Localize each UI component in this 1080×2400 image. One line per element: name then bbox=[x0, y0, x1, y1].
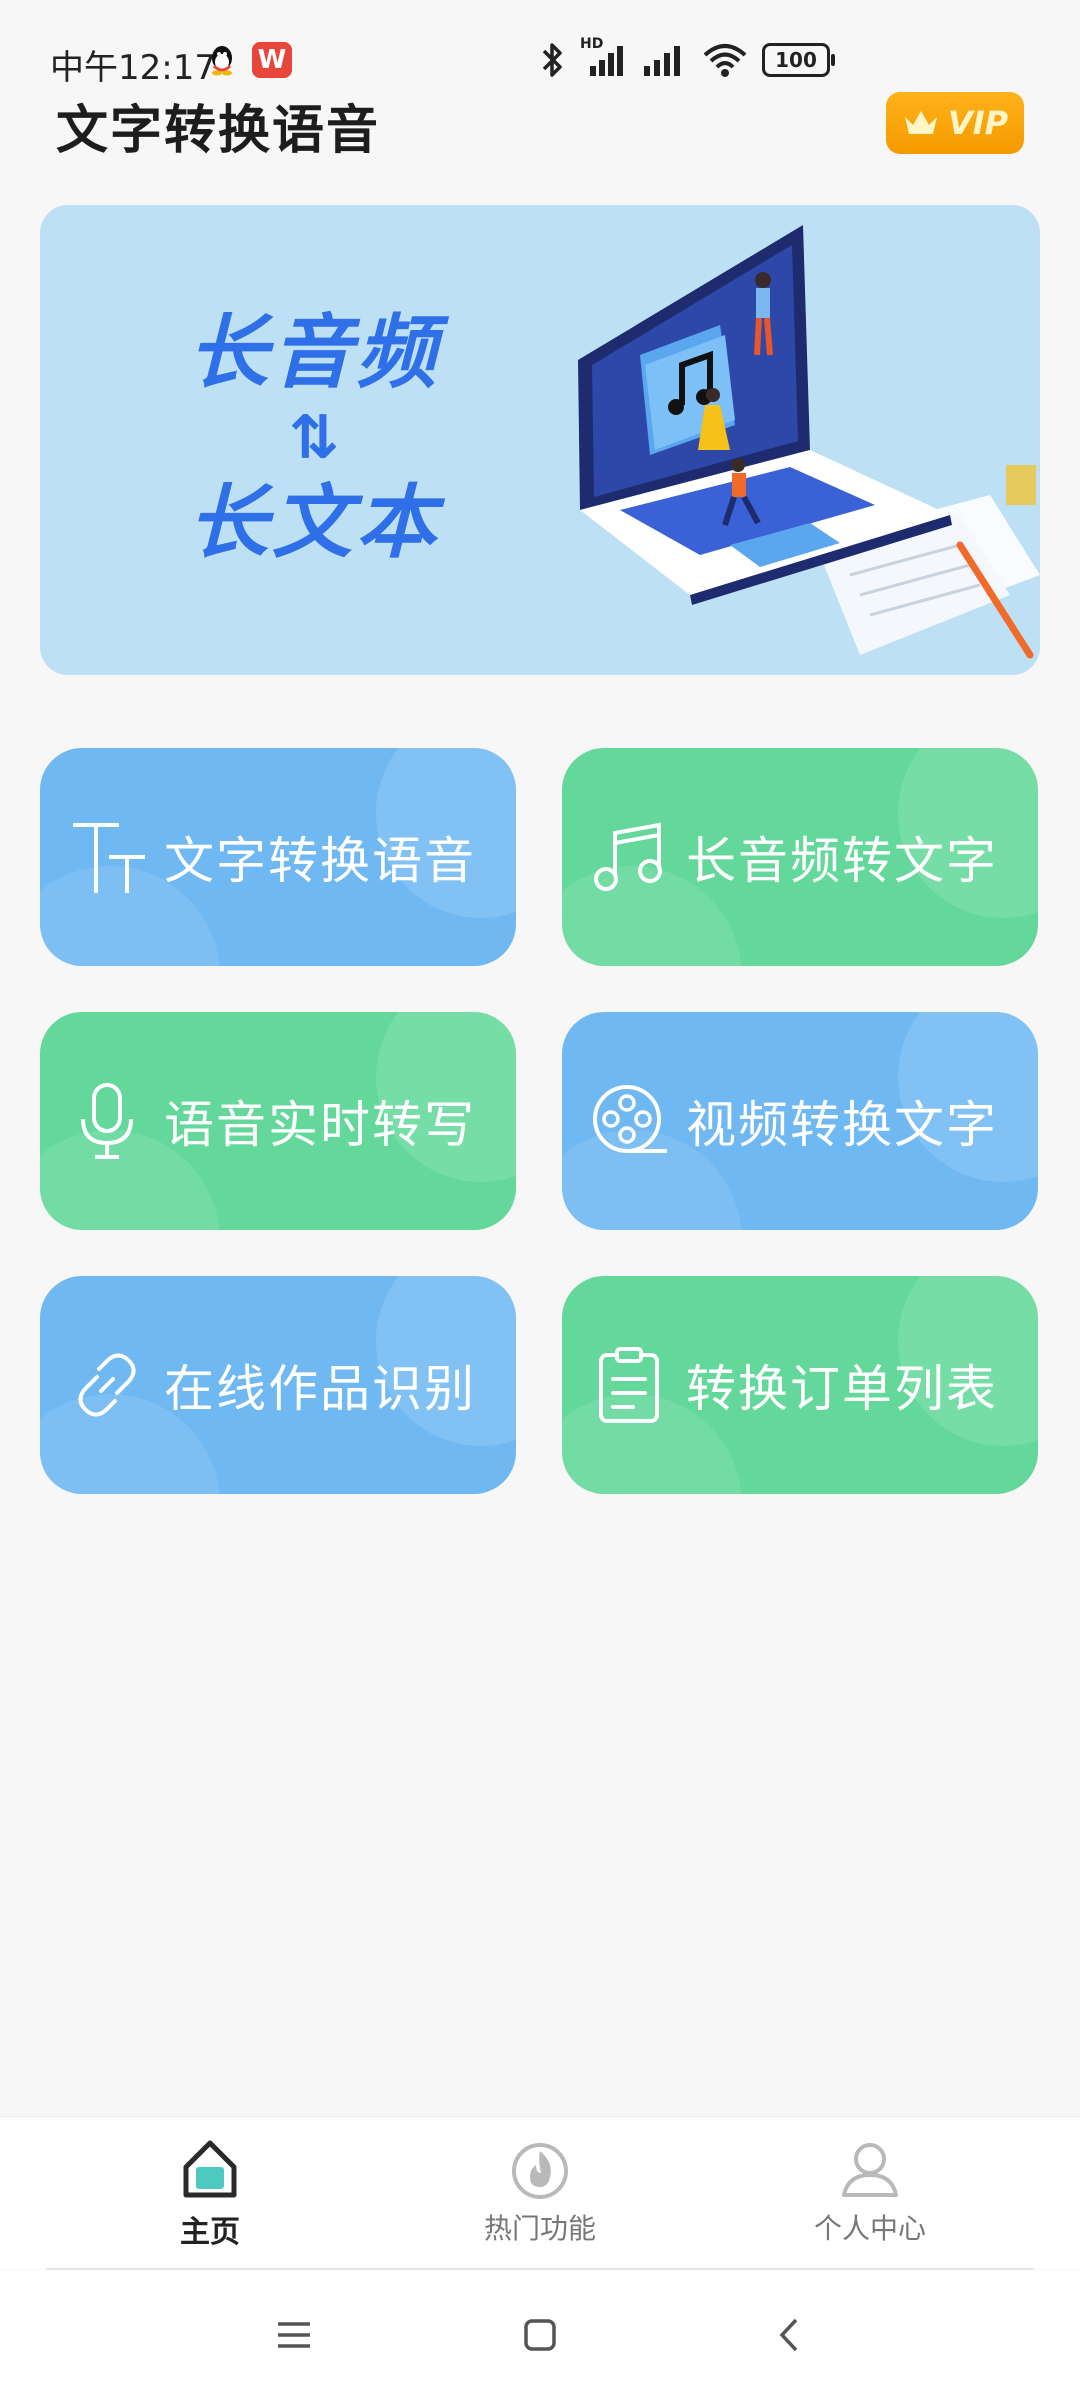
feature-label: 在线作品识别 bbox=[164, 1360, 476, 1418]
link-icon bbox=[62, 1340, 152, 1430]
status-time: 中午12:17 bbox=[50, 48, 216, 88]
signal-hd-icon: HD bbox=[580, 36, 628, 80]
hd-label: HD bbox=[580, 36, 604, 52]
banner-line-1: 长音频 bbox=[188, 306, 440, 399]
text-size-icon bbox=[62, 812, 152, 902]
nav-label: 个人中心 bbox=[813, 2212, 926, 2245]
feature-online-recognition[interactable]: 在线作品识别 bbox=[40, 1276, 516, 1494]
home-square-icon[interactable] bbox=[500, 2310, 580, 2360]
feature-audio-to-text[interactable]: 长音频转文字 bbox=[562, 748, 1038, 966]
vip-label: VIP bbox=[947, 104, 1009, 142]
weibo-icon: W bbox=[252, 42, 292, 78]
feature-order-list[interactable]: 转换订单列表 bbox=[562, 1276, 1038, 1494]
feature-label: 长音频转文字 bbox=[686, 832, 998, 890]
signal-icon bbox=[644, 46, 680, 76]
music-note-icon bbox=[584, 812, 674, 902]
swap-arrows-icon: ⇅ bbox=[288, 403, 340, 473]
film-reel-icon bbox=[584, 1076, 674, 1166]
banner-line-2: 长文本 bbox=[188, 476, 440, 569]
bluetooth-icon bbox=[542, 43, 562, 77]
bottom-navigation: 主页 热门功能 个人中心 bbox=[0, 2116, 1080, 2269]
nav-item-profile[interactable]: 个人中心 bbox=[770, 2137, 970, 2247]
wifi-icon bbox=[703, 44, 747, 77]
user-icon bbox=[842, 2143, 898, 2197]
battery-indicator: 100 bbox=[762, 43, 835, 77]
menu-icon[interactable] bbox=[254, 2310, 334, 2360]
nav-label: 主页 bbox=[180, 2215, 240, 2250]
system-indicators: HD 100 bbox=[540, 36, 835, 82]
laptop-illustration bbox=[578, 225, 1040, 659]
back-icon[interactable] bbox=[750, 2310, 830, 2360]
page-title: 文字转换语音 bbox=[56, 101, 381, 161]
nav-item-home[interactable]: 主页 bbox=[110, 2137, 310, 2251]
microphone-icon bbox=[62, 1076, 152, 1166]
crown-icon bbox=[904, 111, 937, 134]
feature-label: 视频转换文字 bbox=[686, 1096, 998, 1154]
banner-text: 长音频 ⇅ 长文本 bbox=[144, 305, 484, 571]
flame-icon bbox=[512, 2143, 568, 2199]
feature-live-transcription[interactable]: 语音实时转写 bbox=[40, 1012, 516, 1230]
status-bar: 中午12:17 W HD 100 bbox=[0, 0, 1080, 100]
clipboard-icon bbox=[584, 1340, 674, 1430]
home-icon bbox=[183, 2140, 237, 2198]
feature-label: 文字转换语音 bbox=[164, 832, 476, 890]
feature-label: 语音实时转写 bbox=[164, 1096, 476, 1154]
nav-item-hot-features[interactable]: 热门功能 bbox=[440, 2137, 640, 2247]
qq-icon bbox=[208, 44, 236, 76]
system-navigation-bar bbox=[0, 2270, 1080, 2400]
nav-label: 热门功能 bbox=[483, 2212, 596, 2245]
feature-label: 转换订单列表 bbox=[686, 1360, 998, 1418]
promo-banner[interactable]: 长音频 ⇅ 长文本 bbox=[40, 205, 1040, 675]
vip-button[interactable]: VIP bbox=[886, 92, 1024, 154]
feature-video-to-text[interactable]: 视频转换文字 bbox=[562, 1012, 1038, 1230]
feature-text-to-speech[interactable]: 文字转换语音 bbox=[40, 748, 516, 966]
